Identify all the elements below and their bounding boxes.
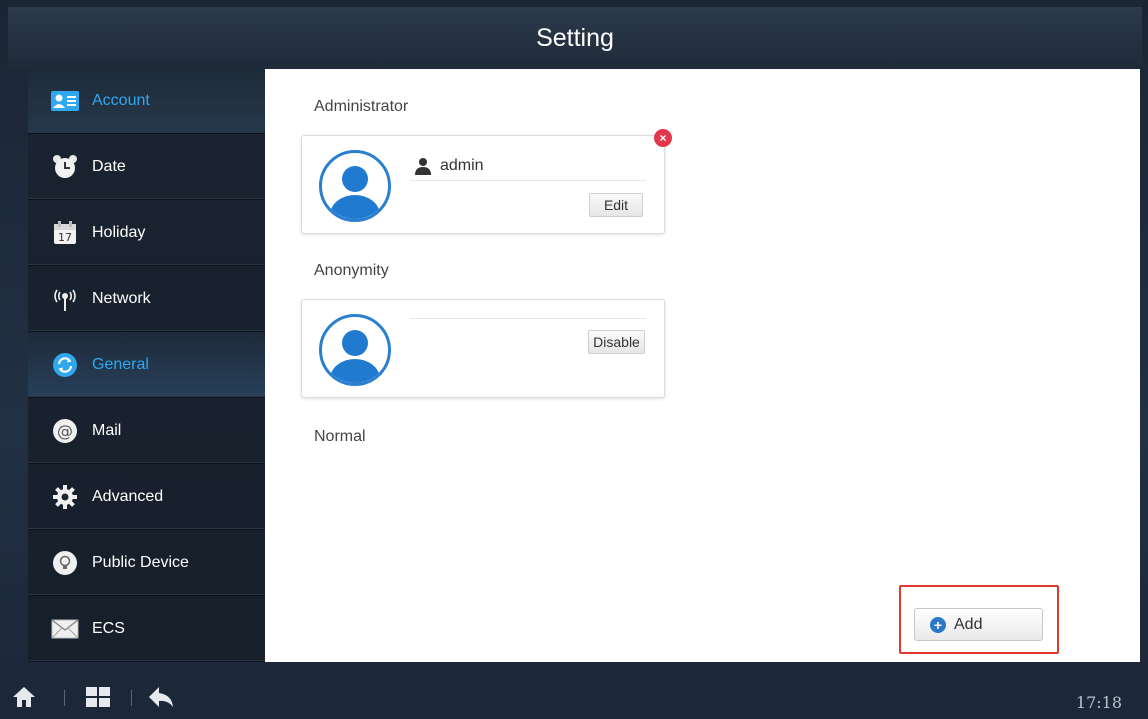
sidebar: Account Date 17 Holiday Network General … (28, 68, 265, 662)
sidebar-item-label: Date (92, 157, 126, 175)
sidebar-item-label: Network (92, 289, 151, 307)
back-arrow-icon[interactable] (148, 686, 174, 708)
sidebar-item-public-device[interactable]: Public Device (28, 530, 265, 596)
at-sign-icon: @ (51, 417, 79, 445)
calendar-icon: 17 (51, 219, 79, 247)
app-window: Setting Account Date 17 Holiday Network … (0, 0, 1148, 719)
user-icon (415, 158, 431, 175)
anonymity-card[interactable]: Disable (301, 299, 665, 398)
sidebar-item-holiday[interactable]: 17 Holiday (28, 200, 265, 266)
envelope-icon (51, 615, 79, 643)
divider (410, 318, 646, 319)
administrator-card[interactable]: admin Edit (301, 135, 665, 234)
bottom-bar: 17:18 (0, 668, 1148, 719)
divider (131, 690, 132, 706)
section-title-normal: Normal (314, 428, 366, 445)
sidebar-item-label: ECS (92, 619, 125, 637)
sidebar-item-label: General (92, 355, 149, 373)
sidebar-item-network[interactable]: Network (28, 266, 265, 332)
sidebar-item-label: Mail (92, 421, 122, 439)
sidebar-item-label: Account (92, 91, 150, 109)
antenna-icon (51, 285, 79, 313)
plus-circle-icon: + (930, 616, 946, 633)
user-name: admin (440, 157, 484, 174)
sidebar-item-label: Holiday (92, 223, 146, 241)
sidebar-item-date[interactable]: Date (28, 134, 265, 200)
section-title-administrator: Administrator (314, 98, 409, 115)
alarm-clock-icon (51, 153, 79, 181)
avatar (319, 150, 391, 222)
title-bar: Setting (8, 7, 1142, 69)
refresh-icon (51, 351, 79, 379)
account-card-icon (51, 87, 79, 115)
divider (64, 690, 65, 706)
svg-text:@: @ (57, 421, 73, 440)
sidebar-item-advanced[interactable]: Advanced (28, 464, 265, 530)
sidebar-item-label: Public Device (92, 553, 189, 571)
divider (410, 180, 646, 181)
sidebar-item-ecs[interactable]: ECS (28, 596, 265, 662)
settings-panel: Account Date 17 Holiday Network General … (28, 68, 1140, 662)
edit-button[interactable]: Edit (589, 193, 643, 217)
grid-menu-icon[interactable] (85, 686, 111, 708)
clock: 17:18 (1075, 693, 1122, 712)
avatar (319, 314, 391, 386)
add-button-label: Add (954, 615, 983, 633)
disable-button[interactable]: Disable (588, 330, 645, 354)
section-title-anonymity: Anonymity (314, 262, 389, 279)
gear-icon (51, 483, 79, 511)
add-user-button[interactable]: + Add (914, 608, 1043, 641)
bulb-icon (51, 549, 79, 577)
account-content: Administrator admin Edit × Anonymity Dis… (265, 69, 1140, 662)
remove-admin-icon[interactable]: × (654, 129, 672, 147)
sidebar-item-general[interactable]: General (28, 332, 265, 398)
svg-text:17: 17 (58, 231, 72, 244)
sidebar-item-mail[interactable]: @ Mail (28, 398, 265, 464)
sidebar-item-account[interactable]: Account (28, 68, 265, 134)
sidebar-item-label: Advanced (92, 487, 164, 505)
page-title: Setting (536, 23, 614, 52)
home-icon[interactable] (12, 686, 36, 708)
